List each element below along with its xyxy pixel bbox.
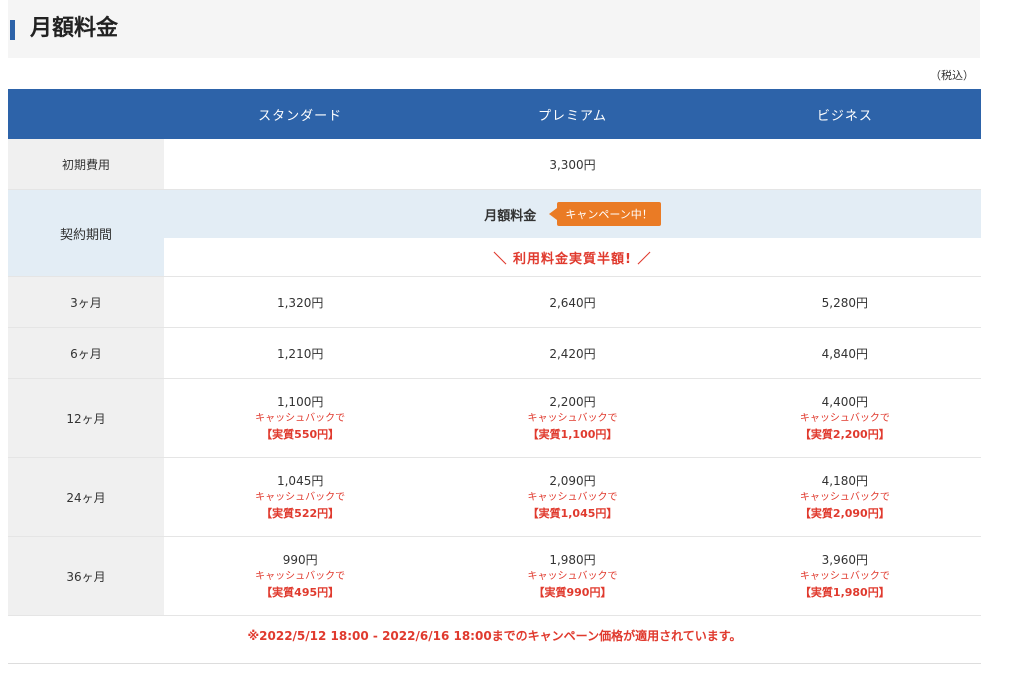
price-cell-standard: 990円 キャッシュバックで 【実質495円】 <box>164 536 437 616</box>
price-business: 5,280円 <box>708 276 981 328</box>
cashback-note: キャッシュバックで <box>527 570 618 582</box>
price-cell-business: 4,400円 キャッシュバックで 【実質2,200円】 <box>708 378 981 458</box>
term-label: 24ヶ月 <box>8 457 164 537</box>
price-business: 4,180円 <box>821 473 868 488</box>
price-cell-premium: 2,200円 キャッシュバックで 【実質1,100円】 <box>436 378 709 458</box>
price-standard: 1,210円 <box>164 327 437 379</box>
initial-fee-value: 3,300円 <box>164 139 981 190</box>
table-row: 3ヶ月 1,320円 2,640円 5,280円 <box>8 276 981 328</box>
cashback-note: キャッシュバックで <box>799 412 890 424</box>
table-row: 36ヶ月 990円 キャッシュバックで 【実質495円】 1,980円 キャッシ… <box>8 536 981 616</box>
price-standard: 1,045円 <box>276 473 324 488</box>
effective-price: 【実質495円】 <box>261 585 340 599</box>
price-standard: 1,100円 <box>276 394 324 409</box>
effective-price: 【実質1,980円】 <box>799 585 890 599</box>
initial-fee-row: 初期費用 3,300円 <box>8 139 981 190</box>
price-cell-business: 4,180円 キャッシュバックで 【実質2,090円】 <box>708 457 981 537</box>
term-label: 3ヶ月 <box>8 276 164 328</box>
cashback-note: キャッシュバックで <box>799 491 890 503</box>
cashback-note: キャッシュバックで <box>527 412 618 424</box>
table-row: 12ヶ月 1,100円 キャッシュバックで 【実質550円】 2,200円 キャ… <box>8 378 981 458</box>
cashback-note: キャッシュバックで <box>255 570 346 582</box>
cashback-note: キャッシュバックで <box>255 412 346 424</box>
header-empty <box>8 89 164 139</box>
price-cell-premium: 2,090円 キャッシュバックで 【実質1,045円】 <box>436 457 709 537</box>
monthly-fee-cell: 月額料金 キャンペーン中！ <box>164 189 981 238</box>
price-premium: 2,640円 <box>436 276 709 328</box>
header-premium: プレミアム <box>436 89 709 139</box>
term-label: 36ヶ月 <box>8 536 164 616</box>
effective-price: 【実質550円】 <box>261 427 340 441</box>
effective-price: 【実質2,090円】 <box>799 506 890 520</box>
price-cell-premium: 1,980円 キャッシュバックで 【実質990円】 <box>436 536 709 616</box>
campaign-badge: キャンペーン中！ <box>549 202 661 226</box>
price-premium: 2,200円 <box>549 394 596 409</box>
campaign-row: 契約期間 月額料金 キャンペーン中！ <box>8 189 981 277</box>
header-business: ビジネス <box>708 89 981 139</box>
table-row: 6ヶ月 1,210円 2,420円 4,840円 <box>8 327 981 379</box>
cashback-note: キャッシュバックで <box>255 491 346 503</box>
price-cell-standard: 1,045円 キャッシュバックで 【実質522円】 <box>164 457 437 537</box>
table-header-row: スタンダード プレミアム ビジネス <box>8 89 981 139</box>
page-title: 月額料金 <box>30 16 119 41</box>
divider <box>8 663 981 664</box>
price-standard: 990円 <box>282 552 318 567</box>
header-standard: スタンダード <box>164 89 437 139</box>
price-business: 3,960円 <box>821 552 868 567</box>
price-cell-standard: 1,100円 キャッシュバックで 【実質550円】 <box>164 378 437 458</box>
term-label: 6ヶ月 <box>8 327 164 379</box>
initial-fee-label: 初期費用 <box>8 139 164 190</box>
contract-period-label: 契約期間 <box>8 189 164 277</box>
tax-note: （税込） <box>930 69 974 82</box>
section-header: 月額料金 <box>8 0 980 58</box>
effective-price: 【実質2,200円】 <box>799 427 890 441</box>
cashback-note: キャッシュバックで <box>799 570 890 582</box>
half-price-cell: ＼ 利用料金実質半額! ／ <box>164 238 981 277</box>
campaign-footnote: ※2022/5/12 18:00 - 2022/6/16 18:00までのキャン… <box>247 629 742 643</box>
pricing-table: スタンダード プレミアム ビジネス 初期費用 3,300円 契約期間 月額料金 … <box>8 89 981 616</box>
title-accent-bar <box>10 20 15 40</box>
price-business: 4,840円 <box>708 327 981 379</box>
effective-price: 【実質1,100円】 <box>527 427 618 441</box>
table-row: 24ヶ月 1,045円 キャッシュバックで 【実質522円】 2,090円 キャ… <box>8 457 981 537</box>
effective-price: 【実質522円】 <box>261 506 340 520</box>
price-cell-business: 3,960円 キャッシュバックで 【実質1,980円】 <box>708 536 981 616</box>
half-price-text: ＼ 利用料金実質半額! ／ <box>493 251 652 267</box>
effective-price: 【実質990円】 <box>533 585 612 599</box>
price-business: 4,400円 <box>821 394 868 409</box>
price-premium: 1,980円 <box>549 552 596 567</box>
term-label: 12ヶ月 <box>8 378 164 458</box>
cashback-note: キャッシュバックで <box>527 491 618 503</box>
price-standard: 1,320円 <box>164 276 437 328</box>
effective-price: 【実質1,045円】 <box>527 506 618 520</box>
price-premium: 2,420円 <box>436 327 709 379</box>
price-premium: 2,090円 <box>549 473 596 488</box>
monthly-fee-label: 月額料金 <box>484 208 537 224</box>
